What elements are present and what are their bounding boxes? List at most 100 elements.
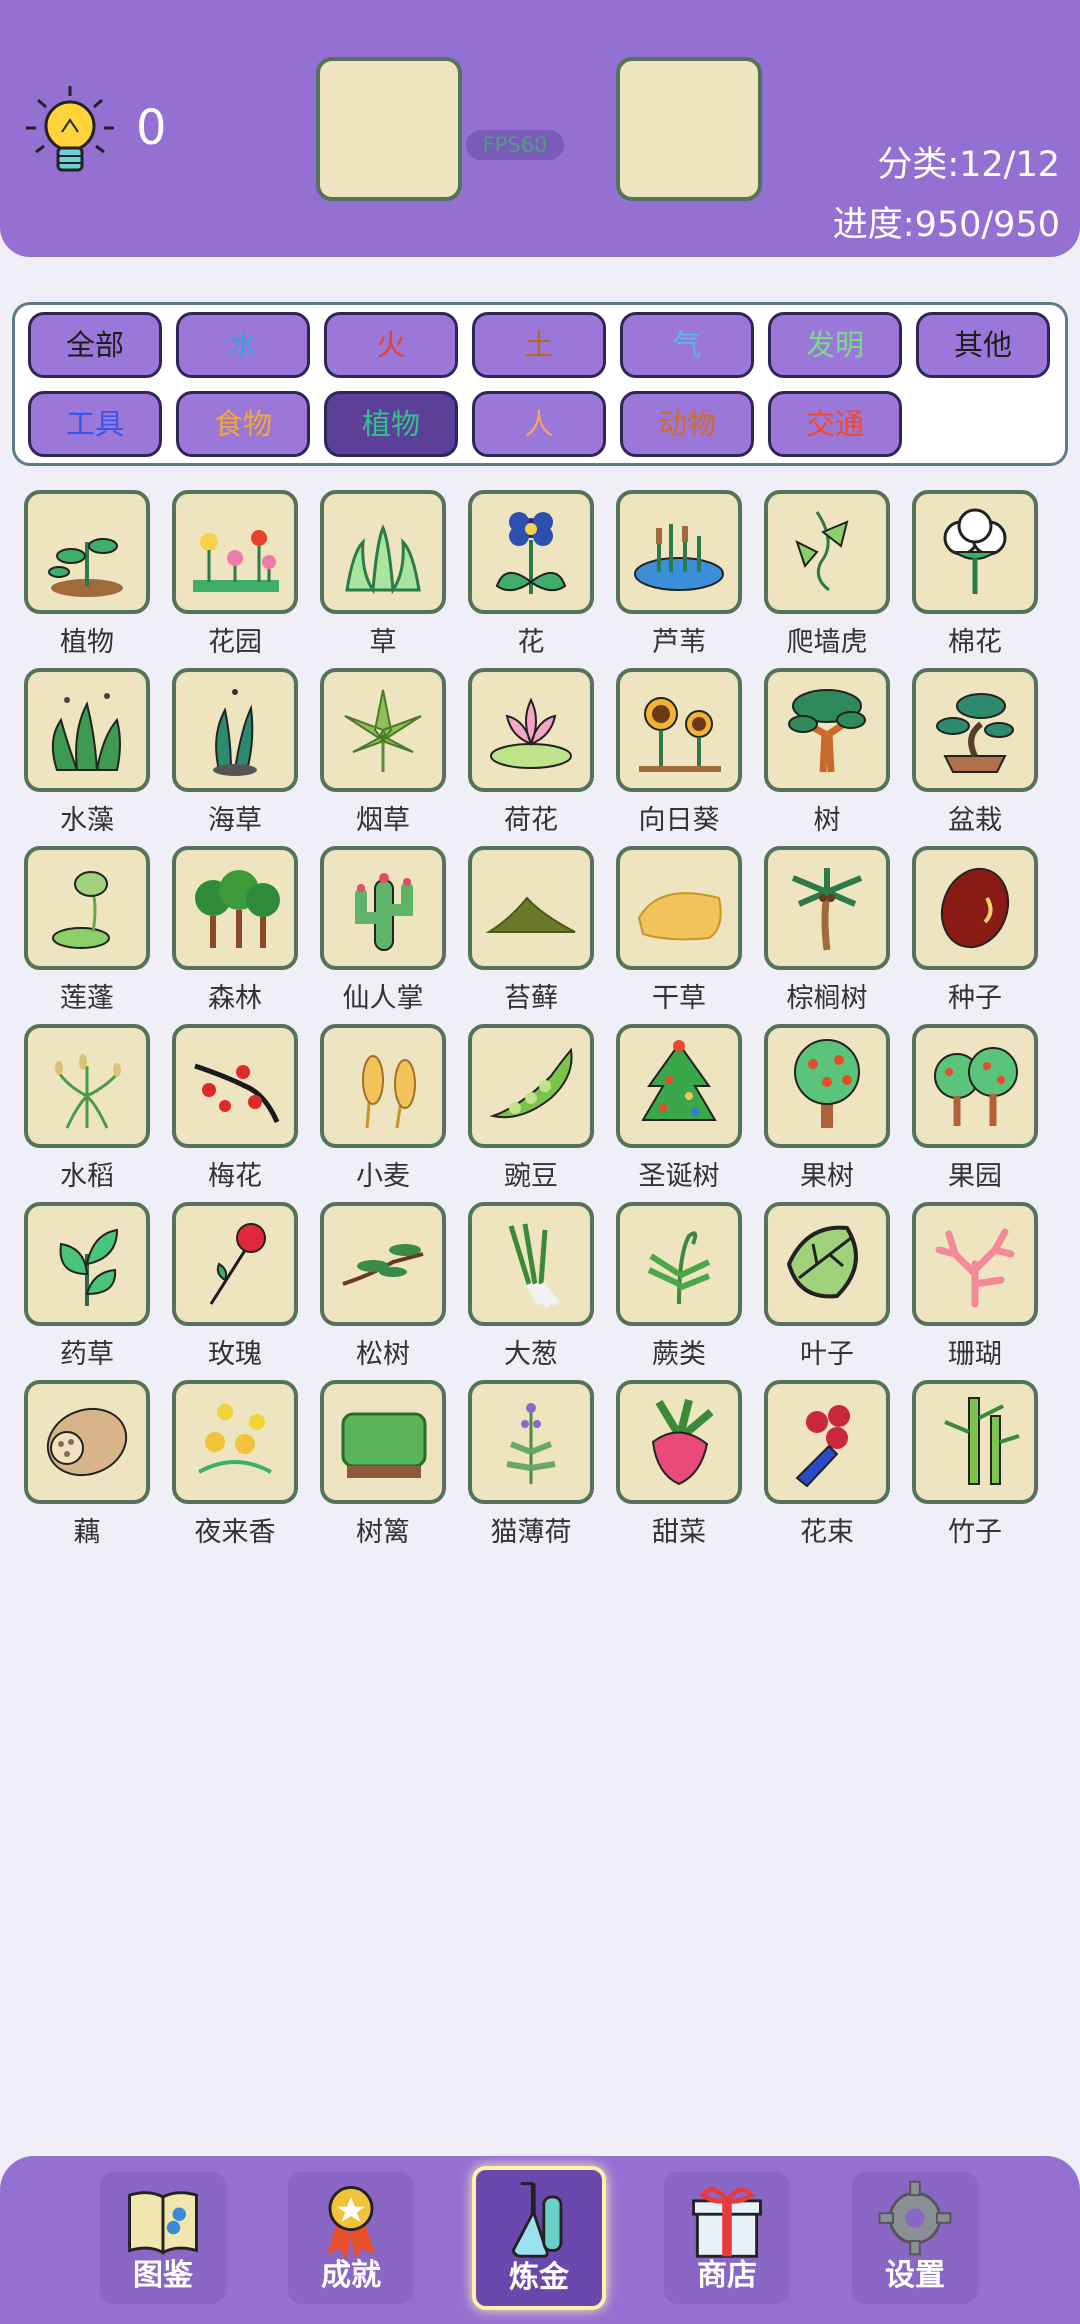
element-tile[interactable] xyxy=(24,1380,150,1504)
element-item[interactable]: 甜菜 xyxy=(616,1380,742,1549)
element-tile[interactable] xyxy=(912,1024,1038,1148)
element-tile[interactable] xyxy=(912,490,1038,614)
element-tile[interactable] xyxy=(24,846,150,970)
filter-tab-12[interactable]: 交通 xyxy=(768,391,902,457)
element-tile[interactable] xyxy=(24,490,150,614)
element-item[interactable]: 树 xyxy=(764,668,890,837)
element-tile[interactable] xyxy=(616,846,742,970)
element-item[interactable]: 植物 xyxy=(24,490,150,659)
element-item[interactable]: 豌豆 xyxy=(468,1024,594,1193)
combine-slot-right[interactable] xyxy=(616,57,762,201)
element-tile[interactable] xyxy=(912,668,1038,792)
element-item[interactable]: 竹子 xyxy=(912,1380,1038,1549)
element-item[interactable]: 爬墙虎 xyxy=(764,490,890,659)
element-tile[interactable] xyxy=(616,1024,742,1148)
element-item[interactable]: 夜来香 xyxy=(172,1380,298,1549)
element-item[interactable]: 草 xyxy=(320,490,446,659)
element-tile[interactable] xyxy=(764,668,890,792)
nav-button-gear[interactable]: 设置 xyxy=(852,2172,978,2304)
element-item[interactable]: 苔藓 xyxy=(468,846,594,1015)
filter-tab-8[interactable]: 食物 xyxy=(176,391,310,457)
element-item[interactable]: 松树 xyxy=(320,1202,446,1371)
filter-tab-7[interactable]: 工具 xyxy=(28,391,162,457)
element-item[interactable]: 圣诞树 xyxy=(616,1024,742,1193)
element-tile[interactable] xyxy=(320,1024,446,1148)
element-tile[interactable] xyxy=(764,1202,890,1326)
element-tile[interactable] xyxy=(24,1024,150,1148)
nav-button-book[interactable]: 图鉴 xyxy=(100,2172,226,2304)
element-tile[interactable] xyxy=(468,490,594,614)
element-tile[interactable] xyxy=(468,1024,594,1148)
element-item[interactable]: 果园 xyxy=(912,1024,1038,1193)
element-item[interactable]: 花园 xyxy=(172,490,298,659)
element-item[interactable]: 向日葵 xyxy=(616,668,742,837)
filter-tab-1[interactable]: 水 xyxy=(176,312,310,378)
element-tile[interactable] xyxy=(320,490,446,614)
element-tile[interactable] xyxy=(616,1380,742,1504)
element-tile[interactable] xyxy=(912,1380,1038,1504)
element-item[interactable]: 种子 xyxy=(912,846,1038,1015)
element-item[interactable]: 果树 xyxy=(764,1024,890,1193)
element-item[interactable]: 小麦 xyxy=(320,1024,446,1193)
element-item[interactable]: 珊瑚 xyxy=(912,1202,1038,1371)
element-tile[interactable] xyxy=(616,1202,742,1326)
nav-button-gift[interactable]: 商店 xyxy=(664,2172,790,2304)
element-tile[interactable] xyxy=(320,846,446,970)
element-item[interactable]: 大葱 xyxy=(468,1202,594,1371)
element-tile[interactable] xyxy=(468,1380,594,1504)
element-tile[interactable] xyxy=(24,668,150,792)
element-item[interactable]: 玫瑰 xyxy=(172,1202,298,1371)
element-item[interactable]: 芦苇 xyxy=(616,490,742,659)
element-tile[interactable] xyxy=(616,490,742,614)
element-tile[interactable] xyxy=(764,846,890,970)
element-item[interactable]: 药草 xyxy=(24,1202,150,1371)
element-item[interactable]: 梅花 xyxy=(172,1024,298,1193)
element-item[interactable]: 叶子 xyxy=(764,1202,890,1371)
element-item[interactable]: 莲蓬 xyxy=(24,846,150,1015)
element-tile[interactable] xyxy=(912,846,1038,970)
element-tile[interactable] xyxy=(468,668,594,792)
element-tile[interactable] xyxy=(172,846,298,970)
element-tile[interactable] xyxy=(468,1202,594,1326)
filter-tab-9[interactable]: 植物 xyxy=(324,391,458,457)
element-item[interactable]: 棕榈树 xyxy=(764,846,890,1015)
element-tile[interactable] xyxy=(24,1202,150,1326)
element-tile[interactable] xyxy=(764,490,890,614)
filter-tab-2[interactable]: 火 xyxy=(324,312,458,378)
element-tile[interactable] xyxy=(468,846,594,970)
element-item[interactable]: 烟草 xyxy=(320,668,446,837)
nav-button-flask[interactable]: 炼金 xyxy=(472,2166,606,2310)
element-tile[interactable] xyxy=(764,1024,890,1148)
element-tile[interactable] xyxy=(320,668,446,792)
element-tile[interactable] xyxy=(172,490,298,614)
element-item[interactable]: 荷花 xyxy=(468,668,594,837)
element-tile[interactable] xyxy=(320,1380,446,1504)
element-tile[interactable] xyxy=(764,1380,890,1504)
element-item[interactable]: 蕨类 xyxy=(616,1202,742,1371)
element-item[interactable]: 仙人掌 xyxy=(320,846,446,1015)
element-tile[interactable] xyxy=(616,668,742,792)
element-item[interactable]: 棉花 xyxy=(912,490,1038,659)
element-item[interactable]: 盆栽 xyxy=(912,668,1038,837)
element-item[interactable]: 猫薄荷 xyxy=(468,1380,594,1549)
element-tile[interactable] xyxy=(912,1202,1038,1326)
element-item[interactable]: 树篱 xyxy=(320,1380,446,1549)
element-tile[interactable] xyxy=(172,668,298,792)
element-item[interactable]: 花 xyxy=(468,490,594,659)
element-tile[interactable] xyxy=(172,1380,298,1504)
filter-tab-0[interactable]: 全部 xyxy=(28,312,162,378)
element-item[interactable]: 藕 xyxy=(24,1380,150,1549)
filter-tab-3[interactable]: 土 xyxy=(472,312,606,378)
element-tile[interactable] xyxy=(172,1024,298,1148)
element-item[interactable]: 干草 xyxy=(616,846,742,1015)
combine-slot-left[interactable] xyxy=(316,57,462,201)
element-item[interactable]: 水藻 xyxy=(24,668,150,837)
element-item[interactable]: 海草 xyxy=(172,668,298,837)
element-tile[interactable] xyxy=(320,1202,446,1326)
filter-tab-10[interactable]: 人 xyxy=(472,391,606,457)
element-item[interactable]: 水稻 xyxy=(24,1024,150,1193)
filter-tab-5[interactable]: 发明 xyxy=(768,312,902,378)
filter-tab-11[interactable]: 动物 xyxy=(620,391,754,457)
filter-tab-6[interactable]: 其他 xyxy=(916,312,1050,378)
element-tile[interactable] xyxy=(172,1202,298,1326)
